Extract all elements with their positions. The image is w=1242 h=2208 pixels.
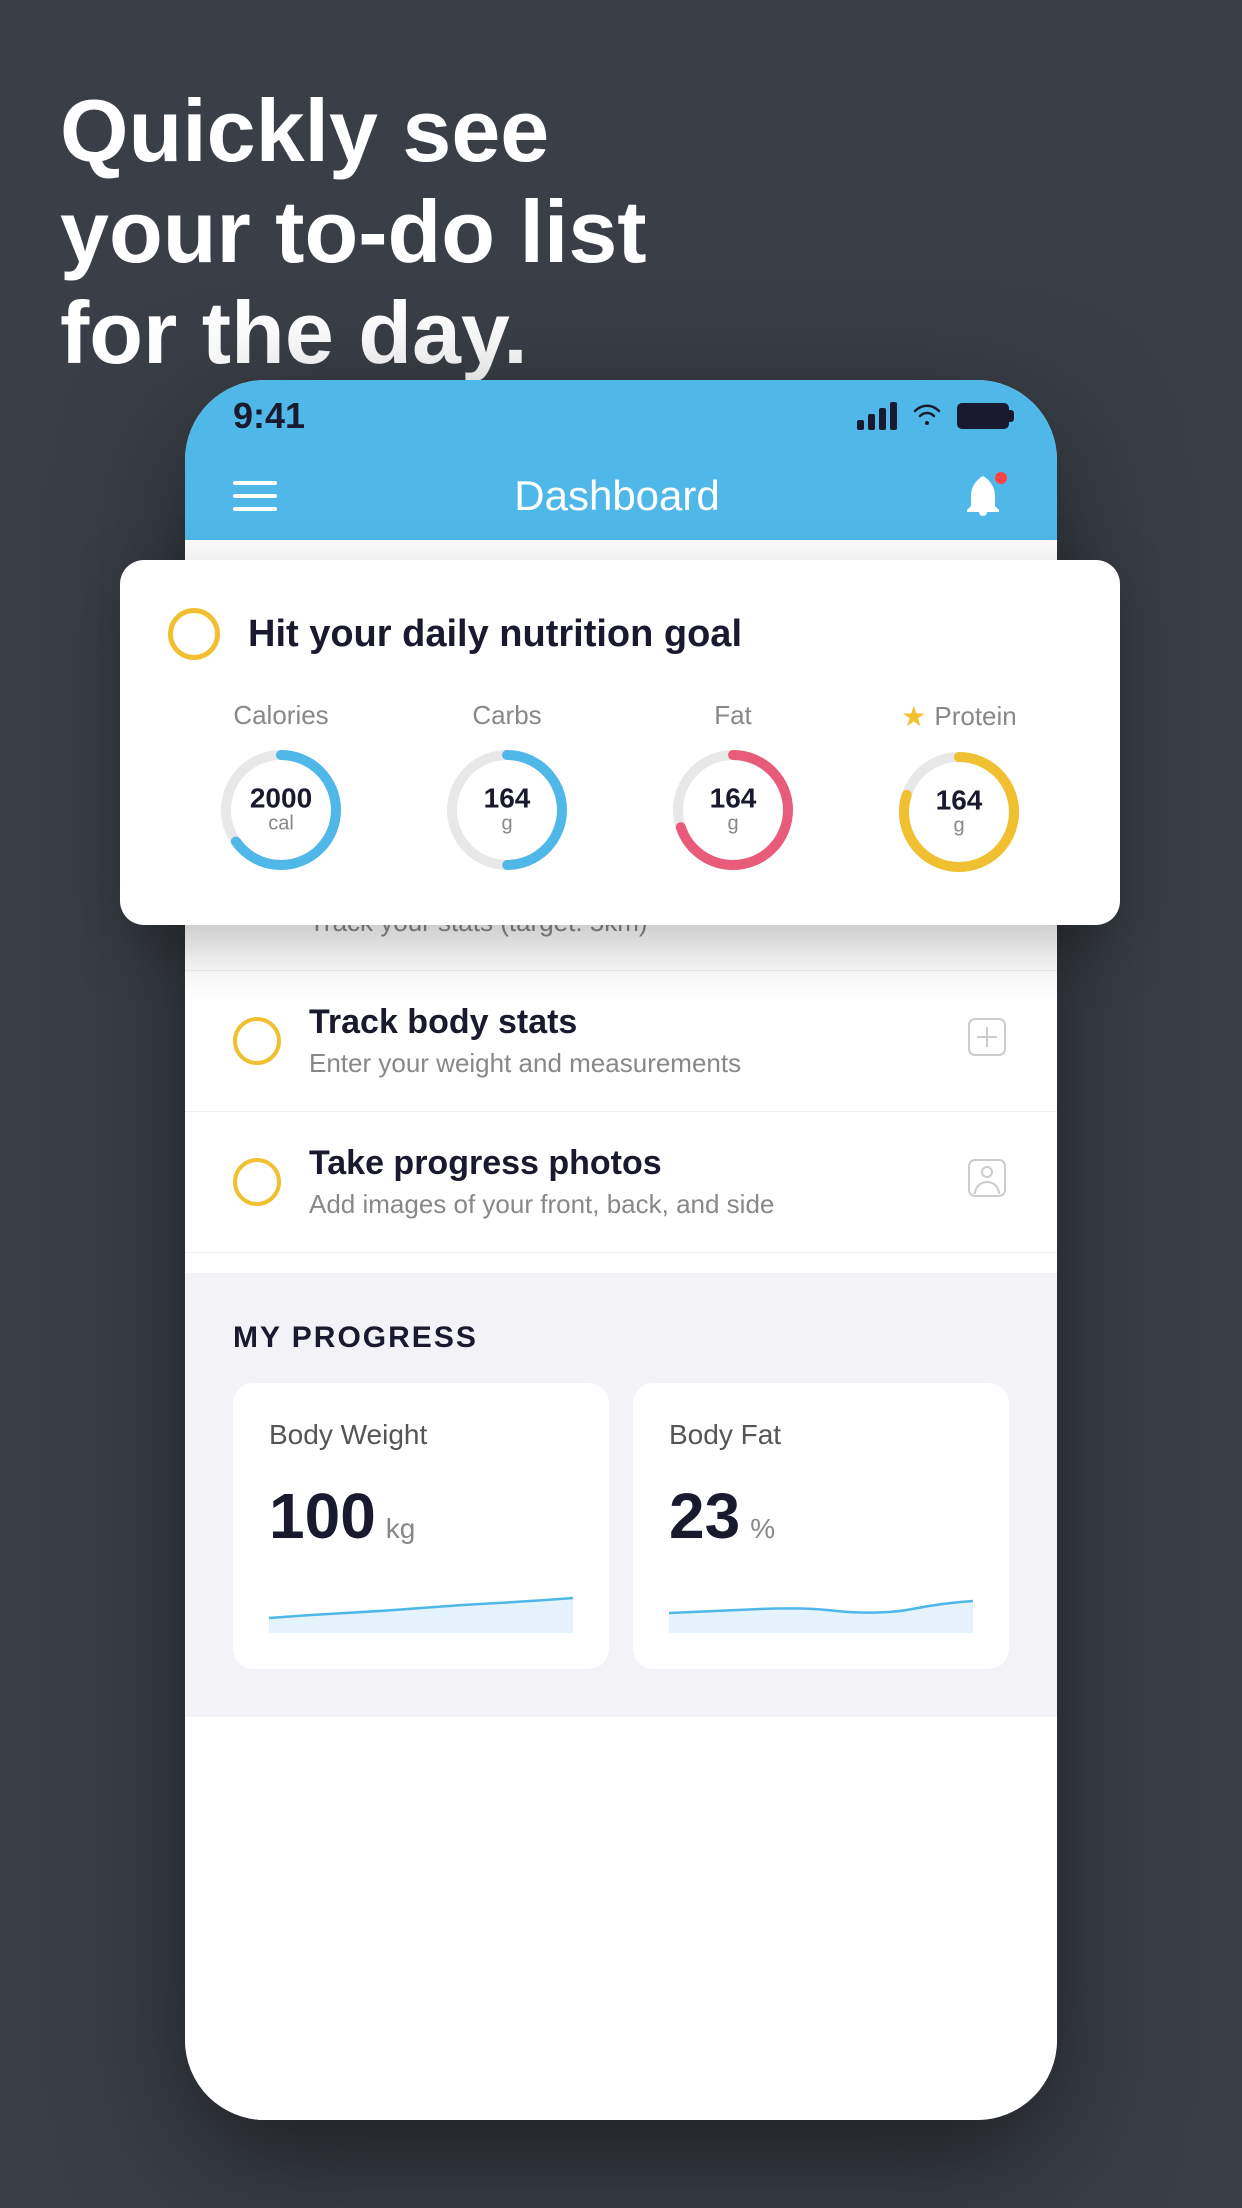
scale-icon xyxy=(965,1015,1009,1068)
fat-label: Fat xyxy=(714,700,752,731)
weight-card-title: Body Weight xyxy=(269,1419,573,1451)
nutrition-card: Hit your daily nutrition goal Calories 2… xyxy=(120,560,1120,925)
nutrition-carbs: Carbs 164 g xyxy=(442,700,572,875)
carbs-value: 164 xyxy=(484,785,531,813)
progress-card-fat: Body Fat 23 % xyxy=(633,1383,1009,1669)
signal-icon xyxy=(857,402,897,430)
calories-unit: cal xyxy=(268,813,294,835)
protein-circle: 164 g xyxy=(894,747,1024,877)
progress-section: MY PROGRESS Body Weight 100 kg xyxy=(185,1273,1057,1717)
carbs-unit: g xyxy=(501,813,512,835)
wifi-icon xyxy=(911,399,943,434)
fat-chart xyxy=(669,1573,973,1633)
battery-icon xyxy=(957,403,1009,429)
progress-card-weight: Body Weight 100 kg xyxy=(233,1383,609,1669)
todo-subtitle-photos: Add images of your front, back, and side xyxy=(309,1189,937,1220)
protein-unit: g xyxy=(953,815,964,837)
todo-title-photos: Take progress photos xyxy=(309,1144,937,1183)
weight-unit: kg xyxy=(386,1513,416,1545)
carbs-circle: 164 g xyxy=(442,745,572,875)
carbs-label: Carbs xyxy=(472,700,541,731)
todo-subtitle-body-stats: Enter your weight and measurements xyxy=(309,1048,937,1079)
nutrition-calories: Calories 2000 cal xyxy=(216,700,346,875)
status-icons xyxy=(857,399,1009,434)
headline-line3: for the day. xyxy=(60,282,647,383)
menu-button[interactable] xyxy=(233,481,277,511)
todo-check-photos xyxy=(233,1158,281,1206)
notification-dot xyxy=(993,470,1009,486)
fat-circle: 164 g xyxy=(668,745,798,875)
fat-value: 164 xyxy=(710,785,757,813)
status-time: 9:41 xyxy=(233,395,305,437)
calories-value: 2000 xyxy=(250,785,312,813)
fat-value: 23 xyxy=(669,1479,740,1553)
todo-title-body-stats: Track body stats xyxy=(309,1003,937,1042)
headline-line2: your to-do list xyxy=(60,181,647,282)
nutrition-check-circle xyxy=(168,608,220,660)
protein-star-icon: ★ xyxy=(901,700,926,733)
nutrition-fat: Fat 164 g xyxy=(668,700,798,875)
nav-bar: Dashboard xyxy=(185,452,1057,540)
fat-unit: g xyxy=(727,813,738,835)
fat-unit: % xyxy=(750,1513,775,1545)
headline-line1: Quickly see xyxy=(60,80,647,181)
status-bar: 9:41 xyxy=(185,380,1057,452)
calories-label: Calories xyxy=(233,700,328,731)
todo-item-body-stats[interactable]: Track body stats Enter your weight and m… xyxy=(185,971,1057,1112)
person-icon xyxy=(965,1156,1009,1209)
todo-item-photos[interactable]: Take progress photos Add images of your … xyxy=(185,1112,1057,1253)
protein-label: ★ Protein xyxy=(901,700,1017,733)
headline: Quickly see your to-do list for the day. xyxy=(60,80,647,384)
weight-value: 100 xyxy=(269,1479,376,1553)
weight-chart xyxy=(269,1573,573,1633)
progress-cards: Body Weight 100 kg Body Fat xyxy=(233,1383,1009,1669)
notification-button[interactable] xyxy=(957,470,1009,522)
fat-card-title: Body Fat xyxy=(669,1419,973,1451)
nav-title: Dashboard xyxy=(514,472,719,520)
todo-check-body-stats xyxy=(233,1017,281,1065)
nutrition-card-title: Hit your daily nutrition goal xyxy=(248,613,742,656)
calories-circle: 2000 cal xyxy=(216,745,346,875)
nutrition-items: Calories 2000 cal Carbs xyxy=(168,700,1072,877)
progress-header: MY PROGRESS xyxy=(233,1321,1009,1355)
nutrition-protein: ★ Protein 164 g xyxy=(894,700,1024,877)
protein-value: 164 xyxy=(936,787,983,815)
